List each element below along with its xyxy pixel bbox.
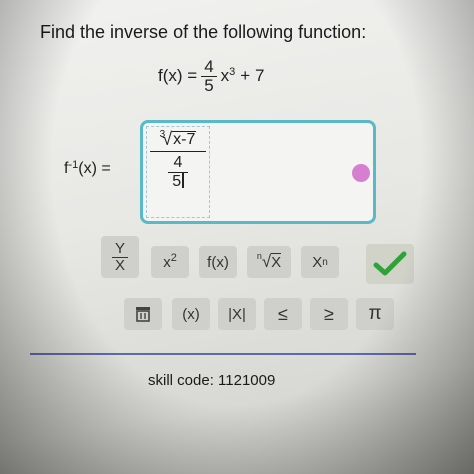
- skill-code: skill code: 1121009: [148, 372, 275, 389]
- given-function: f(x) = 4 5 x3 + 7: [158, 58, 264, 95]
- radical-icon: √: [261, 252, 272, 271]
- coef-numerator: 4: [204, 57, 214, 76]
- denominator-numerator: 4: [173, 154, 183, 171]
- denominator-denominator: 5: [172, 172, 184, 191]
- root-index: 3: [159, 129, 166, 140]
- function-key[interactable]: f(x): [199, 246, 237, 278]
- lhs-inverse-exponent: -1: [68, 159, 79, 171]
- given-coefficient: 4 5: [201, 57, 217, 95]
- subscript-key-n: n: [322, 256, 328, 268]
- parentheses-key[interactable]: (x): [172, 298, 210, 330]
- less-equal-key-label: ≤: [278, 303, 288, 324]
- nth-root-key[interactable]: n √ X: [247, 246, 291, 278]
- greater-equal-key-label: ≥: [324, 303, 334, 324]
- nth-root-x: X: [271, 253, 282, 271]
- skill-code-value: 1121009: [218, 372, 276, 389]
- denominator-fraction: 4 5: [168, 154, 188, 190]
- square-key-base: x: [163, 253, 171, 271]
- subscript-key[interactable]: Xn: [301, 246, 339, 278]
- delete-key[interactable]: [124, 298, 162, 330]
- square-key-exp: 2: [170, 252, 177, 264]
- question-prompt: Find the inverse of the following functi…: [40, 22, 367, 42]
- screen: Find the inverse of the following functi…: [0, 0, 474, 474]
- given-exponent: 3: [229, 66, 236, 79]
- less-equal-key[interactable]: ≤: [264, 298, 302, 330]
- answer-expression: 3 √ x-7 4 5: [150, 130, 206, 190]
- given-tail: + 7: [240, 66, 265, 86]
- pi-key-label: π: [368, 303, 382, 324]
- skill-code-label: skill code:: [148, 372, 214, 389]
- square-key[interactable]: x2: [151, 246, 189, 278]
- greater-equal-key[interactable]: ≥: [310, 298, 348, 330]
- absolute-value-key[interactable]: |X|: [218, 298, 256, 330]
- divider-line: [30, 353, 416, 355]
- submit-check-button[interactable]: [366, 244, 414, 284]
- parentheses-key-label: (x): [182, 305, 200, 323]
- pi-key[interactable]: π: [356, 298, 394, 330]
- fraction-key-bottom: X: [114, 256, 125, 274]
- status-dot: [352, 164, 370, 182]
- function-key-label: f(x): [207, 253, 229, 271]
- radicand: x-7: [172, 131, 197, 148]
- given-lhs: f(x) =: [158, 66, 198, 86]
- main-fraction-bar: [150, 151, 206, 152]
- trash-icon: [136, 307, 150, 322]
- given-variable: x: [220, 66, 230, 86]
- nth-root-index: n: [256, 251, 262, 261]
- checkmark-icon: [373, 251, 407, 276]
- subscript-key-base: X: [312, 253, 323, 271]
- lhs-rest: (x) =: [78, 160, 111, 177]
- fraction-key-top: Y: [114, 239, 125, 257]
- coef-denominator: 5: [204, 75, 214, 95]
- fraction-key[interactable]: Y X: [101, 236, 139, 278]
- cube-root: 3 √ x-7: [160, 130, 197, 148]
- answer-lhs: f -1 (x) =: [64, 159, 111, 178]
- absolute-value-key-label: |X|: [228, 305, 246, 323]
- text-cursor: [182, 172, 184, 188]
